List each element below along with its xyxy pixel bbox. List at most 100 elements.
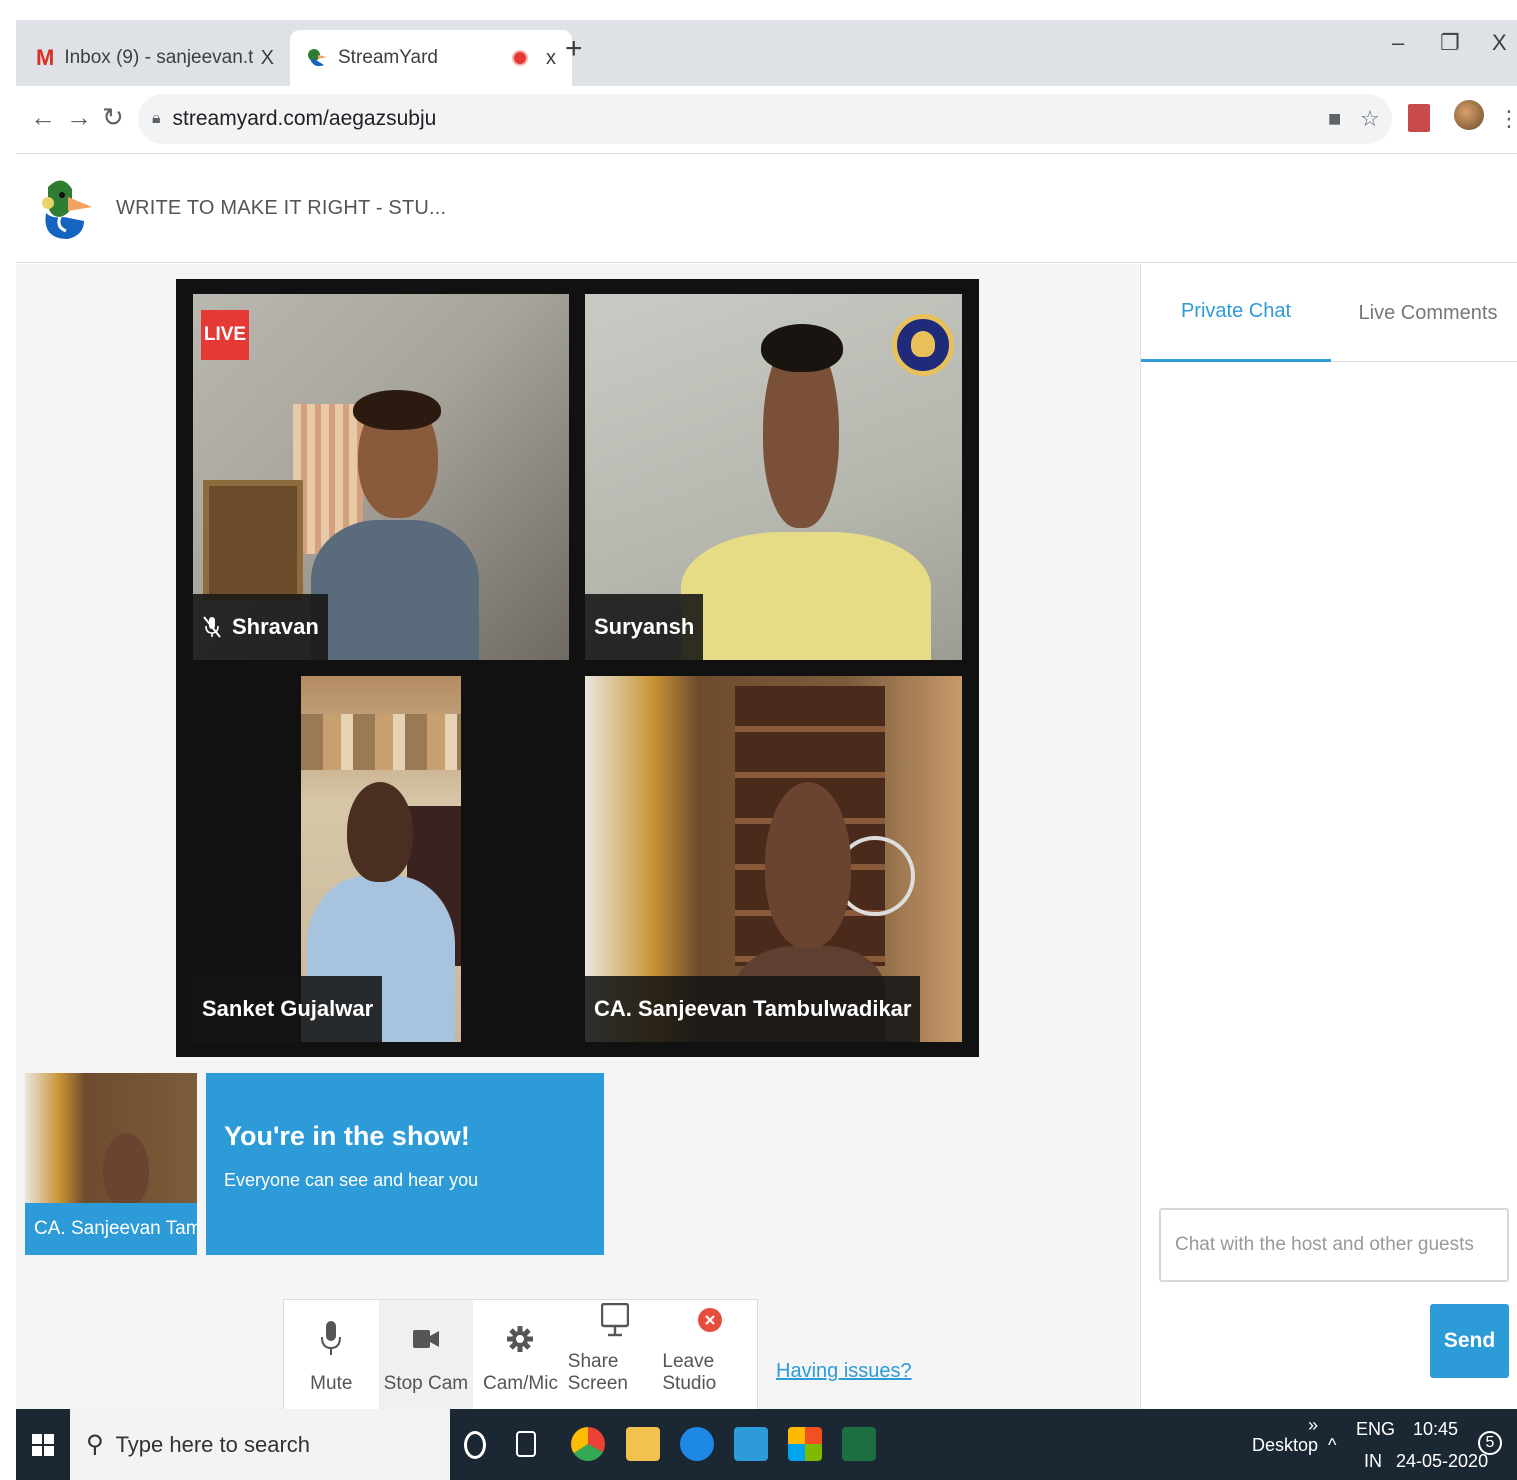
clock-date[interactable]: 24-05-2020 [1396,1451,1488,1472]
tab-close-icon[interactable]: x [546,47,556,70]
participant-nametag: Sanket Gujalwar [193,976,383,1042]
windows-start-button[interactable] [16,1409,70,1480]
close-window-button[interactable]: X [1492,30,1507,56]
banner-subtext: Everyone can see and hear you [224,1170,479,1190]
wall-picture-decor [203,480,303,600]
person-body [311,520,479,660]
stop-cam-label: Stop Cam [383,1373,469,1394]
send-button[interactable]: Send [1430,1304,1509,1378]
mic-muted-icon [203,616,221,638]
mail-icon[interactable] [734,1427,768,1461]
tab-private-chat[interactable]: Private Chat [1141,264,1331,362]
streamyard-logo-icon [42,180,92,239]
person-hair [353,390,441,430]
cortana-icon[interactable] [464,1431,486,1459]
tab-close-icon[interactable]: X [261,47,274,70]
forward-arrow-icon[interactable]: → [66,102,92,133]
toolbar-chevron-icon[interactable]: » [1308,1415,1318,1436]
url-text: streamyard.com/aegazsubju [172,107,437,130]
participant-nametag: Suryansh [585,594,704,660]
tab-live-comments[interactable]: Live Comments [1333,264,1517,362]
participant-video-suryansh[interactable]: Suryansh [585,294,962,660]
new-tab-button[interactable]: + [565,32,583,66]
participant-nametag: CA. Sanjeevan Tambulwadikar [585,976,921,1042]
clock-time[interactable]: 10:45 [1413,1419,1458,1440]
address-bar[interactable]: 🔒︎ streamyard.com/aegazsubju [138,94,1392,144]
windows-logo-icon [32,1433,54,1456]
search-placeholder: Type here to search [115,1431,311,1457]
self-nametag: CA. Sanjeevan Tamb... [25,1203,197,1255]
task-view-icon[interactable] [516,1431,536,1457]
gear-icon [507,1326,534,1352]
broadcast-stage: LIVE Shravan Suryansh Sanket Gujalwar CA… [176,279,979,1057]
chat-tabs: Private Chat Live Comments [1141,264,1517,362]
participant-name: Shravan [232,614,319,639]
tab-label: StreamYard [338,47,438,68]
share-screen-button[interactable]: Share Screen [568,1300,663,1409]
person-head [347,782,413,882]
gmail-icon: M [36,45,55,70]
cam-mic-settings-button[interactable]: Cam/Mic [473,1300,568,1409]
browser-tab-bar: M Inbox (9) - sanjeevan.tambulwadi X Str… [16,20,1517,86]
video-camera-icon [412,1330,439,1348]
language-top[interactable]: ENG [1356,1419,1395,1440]
recording-indicator-icon [512,50,528,66]
participant-nametag: Shravan [193,594,328,660]
search-icon: ⚲ [86,1431,104,1458]
banner-heading: You're in the show! [224,1121,470,1151]
participant-video-shravan[interactable]: LIVE Shravan [193,294,569,660]
tab-streamyard[interactable]: StreamYard x [290,30,572,86]
person-body [681,532,931,660]
chat-input[interactable] [1159,1208,1509,1282]
chat-panel: Private Chat Live Comments Send [1140,264,1517,1409]
mute-button[interactable]: Mute [284,1300,379,1409]
tray-expand-icon[interactable]: ^ [1328,1435,1336,1456]
participant-name: Suryansh [594,614,695,639]
ica-logo-icon [892,314,954,376]
person-head [103,1133,149,1207]
taskbar-search[interactable]: ⚲ Type here to search [70,1409,450,1480]
edge-icon[interactable] [680,1427,714,1461]
person-hair [761,324,843,372]
participant-name: Sanket Gujalwar [202,996,374,1021]
file-explorer-icon[interactable] [626,1427,660,1461]
leave-studio-button[interactable]: Leave Studio [662,1300,757,1409]
language-bottom[interactable]: IN [1364,1451,1382,1472]
minimize-button[interactable]: – [1392,30,1404,56]
self-view-thumbnail[interactable]: CA. Sanjeevan Tamb... [25,1073,197,1255]
leave-studio-label: Leave Studio [662,1351,717,1394]
bookmark-star-icon[interactable]: ☆ [1360,106,1380,132]
broadcast-title: WRITE TO MAKE IT RIGHT - STU... [116,197,447,219]
streamyard-duck-icon [308,49,327,67]
chrome-icon[interactable] [571,1427,605,1461]
store-icon[interactable] [788,1427,822,1461]
notification-count[interactable]: 5 [1478,1431,1502,1455]
stop-cam-button[interactable]: Stop Cam [378,1300,474,1409]
restore-button[interactable]: ❐ [1440,30,1460,56]
profile-avatar[interactable] [1454,100,1484,130]
windows-taskbar: ⚲ Type here to search Desktop » ^ ENG IN… [16,1409,1517,1480]
participant-name: CA. Sanjeevan Tambulwadikar [594,996,912,1021]
desktop-toolbar-label[interactable]: Desktop [1252,1435,1318,1456]
mute-label: Mute [310,1373,353,1394]
pdf-extension-icon[interactable] [1408,104,1430,132]
microphone-icon [321,1321,342,1355]
tab-gmail-inbox[interactable]: M Inbox (9) - sanjeevan.tambulwadi X [20,30,290,86]
back-arrow-icon[interactable]: ← [30,102,56,133]
participant-video-sanjeevan[interactable]: CA. Sanjeevan Tambulwadikar [585,676,962,1042]
person-head [765,782,851,948]
lock-icon: 🔒︎ [152,110,161,127]
camera-in-use-icon[interactable]: ■ [1328,106,1341,132]
shelf-decor [301,714,461,770]
cam-mic-label: Cam/Mic [483,1373,558,1394]
excel-icon[interactable] [842,1427,876,1461]
monitor-icon [601,1302,630,1336]
having-issues-link[interactable]: Having issues? [776,1360,912,1383]
more-menu-icon[interactable]: ⋮ [1498,106,1517,132]
share-screen-label: Share Screen [567,1351,628,1394]
studio-header: WRITE TO MAKE IT RIGHT - STU... [16,155,1517,263]
tab-label: Inbox (9) - sanjeevan.tambulwadi [64,47,253,68]
reload-icon[interactable]: ↻ [102,102,124,133]
live-badge: LIVE [201,310,249,360]
in-show-banner: You're in the show! Everyone can see and… [206,1073,604,1255]
